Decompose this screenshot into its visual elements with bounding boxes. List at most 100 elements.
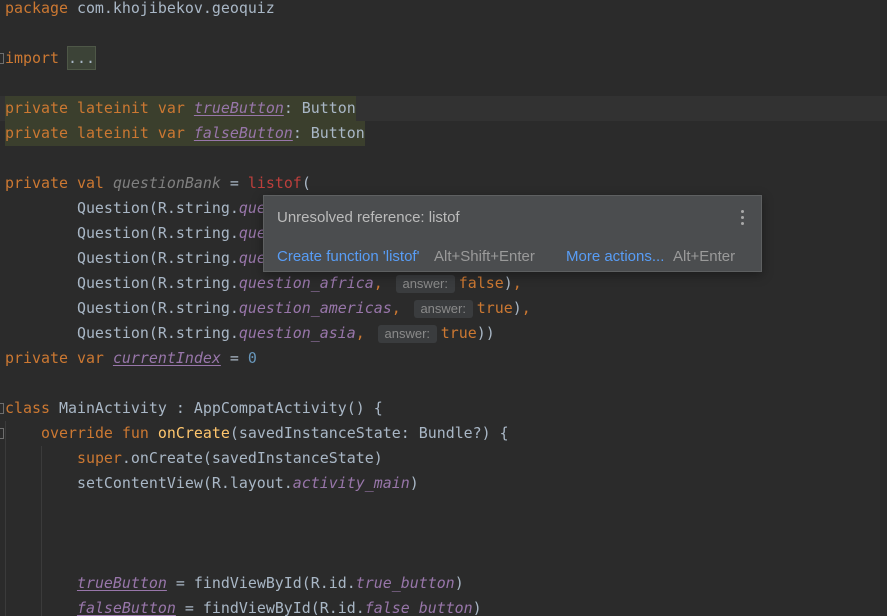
code-line[interactable]: import ... xyxy=(0,46,887,71)
code-text: ) xyxy=(454,574,464,592)
code-text: Question(R.string. xyxy=(5,249,239,267)
code-line[interactable]: trueButton = findViewById(R.id.true_butt… xyxy=(0,571,887,596)
code-editor[interactable]: package com.khojibekov.geoquiz import ...… xyxy=(0,0,887,616)
mutable-property-token: trueButton xyxy=(76,574,167,592)
line-content: import ... xyxy=(5,46,96,71)
code-line[interactable]: setContentView(R.layout.activity_main) xyxy=(0,471,887,496)
folded-imports[interactable]: ... xyxy=(66,46,96,70)
resource-field-token: que xyxy=(238,199,266,217)
code-text: (savedInstanceState: Bundle?) { xyxy=(229,424,509,442)
more-actions-shortcut: Alt+Enter xyxy=(673,248,736,265)
code-text: = xyxy=(220,349,248,367)
code-text: MainActivity : AppCompatActivity() { xyxy=(49,399,383,417)
code-line[interactable] xyxy=(0,21,887,46)
code-line[interactable]: private lateinit var trueButton: Button xyxy=(0,96,887,121)
keyword-token: super xyxy=(76,449,122,467)
code-line[interactable]: super.onCreate(savedInstanceState) xyxy=(0,446,887,471)
code-line[interactable]: private val questionBank = listof( xyxy=(0,171,887,196)
keyword-token: , xyxy=(373,274,383,292)
parameter-name-hint: answer: xyxy=(413,300,473,318)
code-line[interactable] xyxy=(0,546,887,571)
line-content: Question(R.string.que xyxy=(5,196,266,221)
line-content: Question(R.string.question_asia, answer:… xyxy=(5,321,495,346)
line-content: class MainActivity : AppCompatActivity()… xyxy=(5,396,383,421)
code-text: ( xyxy=(301,174,311,192)
keyword-token: import xyxy=(5,49,59,67)
resource-field-token: que xyxy=(238,249,266,267)
line-content: private var currentIndex = 0 xyxy=(5,346,257,371)
code-text: )) xyxy=(476,324,495,342)
line-content: Question(R.string.question_africa, answe… xyxy=(5,271,522,296)
unresolved-reference[interactable]: listof xyxy=(248,174,302,192)
fold-toggle-icon[interactable] xyxy=(0,53,4,64)
line-content: private val questionBank = listof( xyxy=(5,171,311,196)
mutable-property-token: currentIndex xyxy=(112,349,221,367)
code-text: Question(R.string. xyxy=(5,224,239,242)
mutable-property-token: trueButton xyxy=(193,99,284,117)
code-line[interactable]: private var currentIndex = 0 xyxy=(0,346,887,371)
line-content: Question(R.string.question_americas, ans… xyxy=(5,296,531,321)
number-literal: 0 xyxy=(247,349,257,367)
code-line[interactable]: private lateinit var falseButton: Button xyxy=(0,121,887,146)
line-content: private lateinit var trueButton: Button xyxy=(5,96,356,121)
code-line[interactable] xyxy=(0,496,887,521)
code-text: ) xyxy=(512,299,522,317)
resource-field-token: false_button xyxy=(364,599,473,616)
parameter-name-hint: answer: xyxy=(377,325,437,343)
resource-field-token: question_americas xyxy=(238,299,392,317)
keyword-token: true xyxy=(440,324,477,342)
keyword-token: class xyxy=(5,399,50,417)
code-text: ) xyxy=(409,474,419,492)
keyword-token: , xyxy=(355,324,365,342)
code-line[interactable]: class MainActivity : AppCompatActivity()… xyxy=(0,396,887,421)
fold-toggle-icon[interactable] xyxy=(0,403,4,414)
code-text: = findViewById(R.id. xyxy=(175,599,365,616)
code-line[interactable] xyxy=(0,371,887,396)
line-content: trueButton = findViewById(R.id.true_butt… xyxy=(5,571,464,596)
line-content: super.onCreate(savedInstanceState) xyxy=(5,446,383,471)
fold-toggle-icon[interactable] xyxy=(0,428,4,439)
code-line[interactable] xyxy=(0,146,887,171)
code-line[interactable]: Question(R.string.question_africa, answe… xyxy=(0,271,887,296)
code-line[interactable]: Question(R.string.question_asia, answer:… xyxy=(0,321,887,346)
code-text: Question(R.string. xyxy=(5,299,239,317)
resource-field-token: que xyxy=(238,224,266,242)
code-line[interactable]: Question(R.string.question_americas, ans… xyxy=(0,296,887,321)
line-content: Question(R.string.que xyxy=(5,221,266,246)
code-line[interactable] xyxy=(0,71,887,96)
code-text: com.khojibekov.geoquiz xyxy=(67,0,275,17)
resource-field-token: activity_main xyxy=(292,474,410,492)
code-text: Question(R.string. xyxy=(5,274,239,292)
code-line[interactable]: falseButton = findViewById(R.id.false_bu… xyxy=(0,596,887,616)
code-text: .onCreate(savedInstanceState) xyxy=(121,449,383,467)
parameter-name-hint: answer: xyxy=(395,275,455,293)
code-text: ) xyxy=(503,274,513,292)
code-line[interactable]: override fun onCreate(savedInstanceState… xyxy=(0,421,887,446)
code-line[interactable] xyxy=(0,521,887,546)
more-actions-link[interactable]: More actions... xyxy=(566,248,664,266)
resource-field-token: question_asia xyxy=(238,324,356,342)
code-line[interactable]: package com.khojibekov.geoquiz xyxy=(0,0,887,21)
keyword-token: false xyxy=(458,274,504,292)
code-text: Question(R.string. xyxy=(5,199,239,217)
mutable-property-token: falseButton xyxy=(76,599,176,616)
code-text: = xyxy=(220,174,248,192)
more-vertical-icon[interactable] xyxy=(738,207,748,227)
unused-property-token: questionBank xyxy=(112,174,221,192)
line-content: package com.khojibekov.geoquiz xyxy=(5,0,275,21)
line-content: Question(R.string.que xyxy=(5,246,266,271)
keyword-token: private lateinit var xyxy=(5,99,185,117)
create-function-action[interactable]: Create function 'listof' xyxy=(277,248,419,266)
code-text: = findViewById(R.id. xyxy=(166,574,356,592)
code-text: ) xyxy=(472,599,482,616)
keyword-token: private val xyxy=(5,174,104,192)
